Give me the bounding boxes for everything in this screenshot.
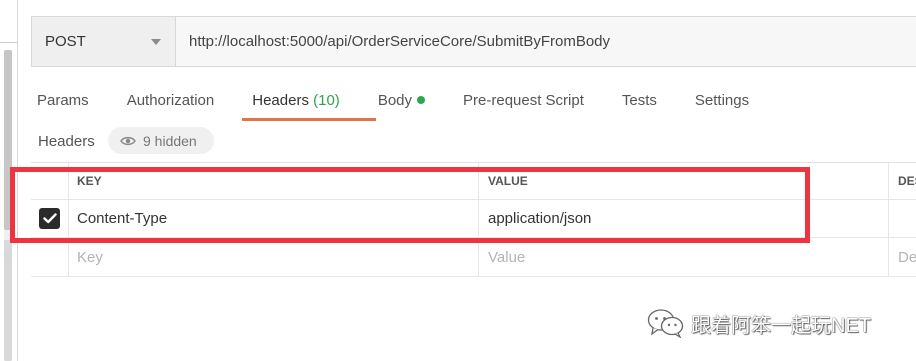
checkmark-icon bbox=[42, 213, 57, 224]
new-key-input[interactable]: Key bbox=[69, 238, 479, 276]
tab-settings[interactable]: Settings bbox=[695, 86, 749, 122]
scrollbar-thumb[interactable] bbox=[4, 50, 12, 230]
watermark-text: 跟着阿笨一起玩NET bbox=[691, 314, 871, 337]
scrollbar-lower bbox=[4, 240, 12, 361]
header-value-field[interactable]: application/json bbox=[479, 200, 889, 237]
header-description-field[interactable] bbox=[889, 200, 916, 237]
request-bar: POST http://localhost:5000/api/OrderServ… bbox=[31, 16, 916, 67]
divider bbox=[0, 42, 17, 43]
tab-label: Body bbox=[377, 92, 413, 109]
method-label: POST bbox=[45, 33, 86, 50]
tab-count: (10) bbox=[313, 92, 340, 109]
row-check-cell bbox=[31, 200, 69, 237]
row-check-cell bbox=[31, 238, 69, 276]
tab-label: Authorization bbox=[126, 92, 215, 109]
tab-label: Headers bbox=[252, 92, 309, 109]
wechat-icon bbox=[647, 309, 684, 338]
column-header-value: VALUE bbox=[479, 163, 889, 199]
watermark: 跟着阿笨一起玩NET bbox=[647, 308, 871, 338]
active-tab-indicator bbox=[242, 118, 376, 121]
postman-request-view: POST http://localhost:5000/api/OrderServ… bbox=[0, 0, 916, 361]
url-input[interactable]: http://localhost:5000/api/OrderServiceCo… bbox=[176, 17, 916, 66]
tab-label: Settings bbox=[694, 92, 750, 109]
tab-headers[interactable]: Headers (10) bbox=[252, 86, 340, 122]
hidden-count-label: 9 hidden bbox=[143, 132, 197, 149]
headers-section-title: Headers bbox=[38, 133, 95, 150]
new-value-input[interactable]: Value bbox=[479, 238, 889, 276]
header-key-field[interactable]: Content-Type bbox=[69, 200, 479, 237]
sidebar-edge bbox=[0, 0, 18, 361]
tab-label: Pre-request Script bbox=[463, 92, 584, 109]
column-header-key: KEY bbox=[69, 163, 479, 199]
tab-params[interactable]: Params bbox=[37, 86, 89, 122]
new-description-input[interactable]: De bbox=[889, 238, 916, 276]
headers-table: KEY VALUE DES Content-Type application/j… bbox=[31, 162, 916, 277]
table-row-new: Key Value De bbox=[31, 238, 916, 277]
hidden-headers-toggle[interactable]: 9 hidden bbox=[108, 127, 214, 154]
chevron-down-icon bbox=[151, 38, 161, 45]
row-enabled-checkbox[interactable] bbox=[39, 208, 60, 229]
eye-icon bbox=[120, 136, 136, 145]
tab-pre-request-script[interactable]: Pre-request Script bbox=[463, 86, 584, 122]
tab-body[interactable]: Body bbox=[377, 86, 426, 122]
tab-tests[interactable]: Tests bbox=[622, 86, 657, 122]
status-dot-icon bbox=[417, 96, 426, 104]
tab-label: Tests bbox=[621, 92, 657, 109]
request-tabs: Params Authorization Headers (10) Body P… bbox=[37, 86, 787, 122]
tab-label: Params bbox=[37, 92, 89, 109]
column-header-description: DES bbox=[898, 174, 916, 188]
method-select[interactable]: POST bbox=[32, 17, 176, 66]
column-check bbox=[31, 163, 69, 199]
table-row: Content-Type application/json bbox=[31, 200, 916, 238]
tab-authorization[interactable]: Authorization bbox=[127, 86, 215, 122]
table-header-row: KEY VALUE DES bbox=[31, 163, 916, 200]
